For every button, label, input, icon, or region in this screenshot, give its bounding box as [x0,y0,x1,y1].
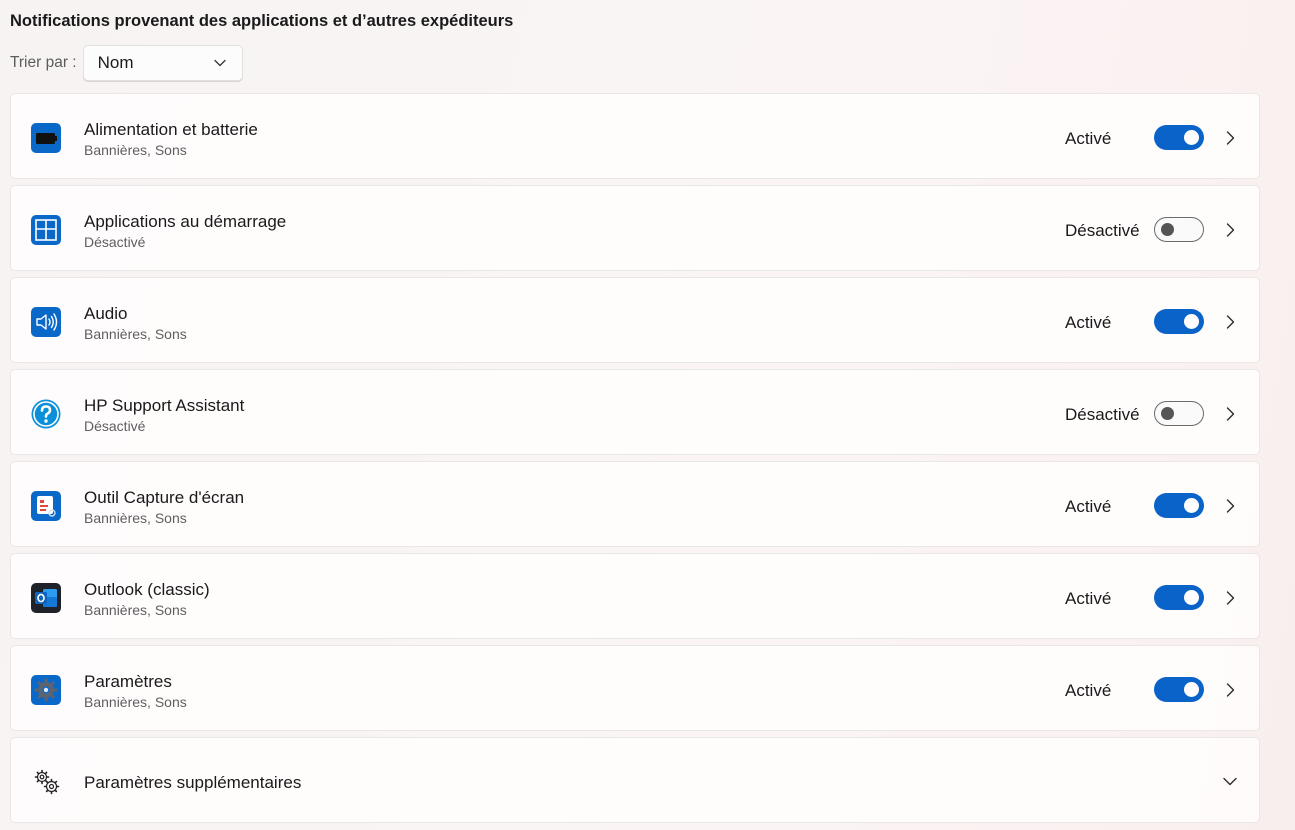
toggle-state-label: Désactivé [1065,405,1140,424]
app-row-audio[interactable]: Audio Bannières, Sons Activé [10,277,1260,363]
app-subtitle: Bannières, Sons [84,694,187,710]
notification-toggle[interactable] [1154,125,1204,150]
help-question-icon [31,399,61,429]
toggle-state-label: Activé [1065,497,1112,516]
notification-toggle[interactable] [1154,217,1204,242]
app-subtitle: Bannières, Sons [84,326,187,342]
section-title: Notifications provenant des applications… [10,12,514,30]
speaker-icon [31,307,61,337]
notification-toggle[interactable] [1154,401,1204,426]
startup-apps-icon [31,215,61,245]
toggle-knob [1184,498,1199,513]
toggle-knob [1161,407,1174,420]
app-subtitle: Désactivé [84,418,146,434]
settings-gear-icon [31,675,61,705]
toggle-state-label: Activé [1065,681,1112,700]
outlook-icon [31,583,61,613]
notification-toggle[interactable] [1154,493,1204,518]
toggle-state-label: Activé [1065,589,1112,608]
app-name: HP Support Assistant [84,396,245,415]
toggle-knob [1184,590,1199,605]
chevron-right-icon[interactable] [1220,680,1240,700]
toggle-state-label: Activé [1065,313,1112,332]
app-name: Outlook (classic) [84,580,210,599]
toggle-knob [1184,314,1199,329]
sort-label: Trier par : [10,54,77,71]
toggle-knob [1184,682,1199,697]
chevron-right-icon[interactable] [1220,496,1240,516]
app-subtitle: Bannières, Sons [84,142,187,158]
chevron-down-icon [213,59,226,67]
gears-icon [33,768,61,796]
app-name: Outil Capture d'écran [84,488,245,507]
app-subtitle: Bannières, Sons [84,602,187,618]
app-row-snipping-tool[interactable]: Outil Capture d'écran Bannières, Sons Ac… [10,461,1260,547]
chevron-right-icon[interactable] [1220,128,1240,148]
app-notification-list: Alimentation et batterie Bannières, Sons… [10,93,1260,829]
app-row-startup-apps[interactable]: Applications au démarrage Désactivé Désa… [10,185,1260,271]
app-subtitle: Désactivé [84,234,146,250]
app-row-outlook-classic[interactable]: Outlook (classic) Bannières, Sons Activé [10,553,1260,639]
additional-settings-expander[interactable]: Paramètres supplémentaires [10,737,1260,823]
battery-icon [31,123,61,153]
toggle-state-label: Désactivé [1065,221,1140,240]
app-row-hp-support-assistant[interactable]: HP Support Assistant Désactivé Désactivé [10,369,1260,455]
chevron-right-icon[interactable] [1220,588,1240,608]
notification-toggle[interactable] [1154,677,1204,702]
notification-toggle[interactable] [1154,585,1204,610]
sort-row: Trier par : Nom [10,44,243,82]
snipping-tool-icon [31,491,61,521]
chevron-right-icon[interactable] [1220,404,1240,424]
app-name: Applications au démarrage [84,212,287,231]
additional-settings-label: Paramètres supplémentaires [84,773,302,792]
app-name: Audio [84,304,128,323]
app-subtitle: Bannières, Sons [84,510,187,526]
app-row-settings[interactable]: Paramètres Bannières, Sons Activé [10,645,1260,731]
sort-dropdown[interactable]: Nom [82,45,243,81]
app-name: Paramètres [84,672,172,691]
notification-toggle[interactable] [1154,309,1204,334]
toggle-state-label: Activé [1065,129,1112,148]
toggle-knob [1184,130,1199,145]
toggle-knob [1161,223,1174,236]
chevron-right-icon[interactable] [1220,312,1240,332]
sort-selected-value: Nom [97,53,134,72]
chevron-down-icon[interactable] [1220,771,1240,791]
app-name: Alimentation et batterie [84,120,258,139]
app-row-power-battery[interactable]: Alimentation et batterie Bannières, Sons… [10,93,1260,179]
chevron-right-icon[interactable] [1220,220,1240,240]
